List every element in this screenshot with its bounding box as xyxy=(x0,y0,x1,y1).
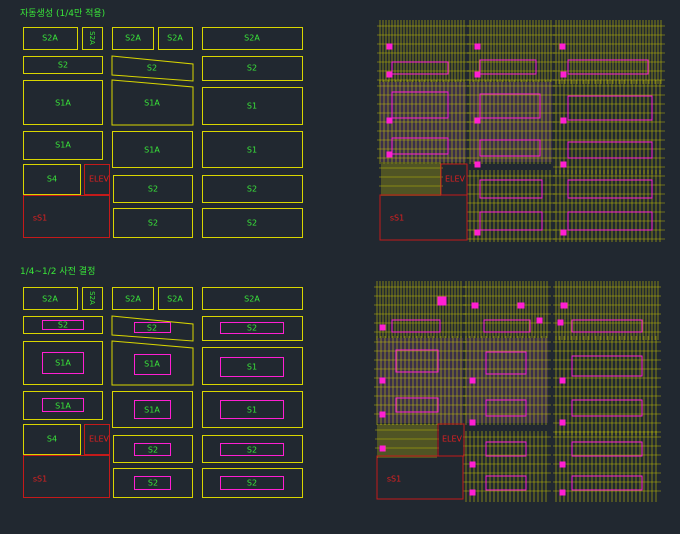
marker xyxy=(559,461,566,468)
marker xyxy=(469,377,476,384)
marker xyxy=(474,117,481,124)
marker xyxy=(386,117,393,124)
room-s2-skewed xyxy=(111,315,194,342)
marker xyxy=(474,161,481,168)
marker xyxy=(469,489,476,496)
marker xyxy=(560,117,567,124)
marker xyxy=(474,71,481,78)
opening-hatched xyxy=(391,61,449,75)
hatch-bottom-right-2 xyxy=(463,281,551,340)
marker xyxy=(386,151,393,158)
marker xyxy=(469,461,476,468)
room-label: sS1 xyxy=(389,213,405,223)
marker xyxy=(560,161,567,168)
marker xyxy=(469,419,476,426)
hatch-bottom-right-s4 xyxy=(375,424,439,458)
opening-hatched xyxy=(567,141,653,159)
room-label: sS1 xyxy=(386,474,402,484)
opening-hatched xyxy=(567,179,653,199)
hatch-bottom-right-6 xyxy=(553,336,661,435)
hatch-top-right-s4 xyxy=(379,162,443,196)
marker xyxy=(471,302,479,309)
marker xyxy=(379,377,386,384)
marker xyxy=(559,489,566,496)
marker xyxy=(559,377,566,384)
room-s1a-skewed xyxy=(111,79,194,126)
opening-hatched xyxy=(571,399,643,417)
marker xyxy=(379,324,386,331)
hatched-plans xyxy=(111,20,665,502)
marker xyxy=(379,411,386,418)
marker xyxy=(560,229,567,236)
opening-hatched xyxy=(479,179,543,199)
room-label: ELEV xyxy=(444,174,466,184)
opening-hatched xyxy=(571,441,643,457)
hatch-top-right-6 xyxy=(553,80,665,174)
room-label: ELEV xyxy=(441,434,463,444)
hatch-top-right-8 xyxy=(553,170,665,242)
marker xyxy=(557,319,564,326)
marker xyxy=(559,419,566,426)
marker xyxy=(559,43,566,50)
marker xyxy=(386,43,393,50)
marker xyxy=(474,229,481,236)
opening-hatched xyxy=(571,475,643,491)
marker xyxy=(386,71,393,78)
opening-hatched xyxy=(567,95,653,121)
marker xyxy=(517,302,525,309)
marker xyxy=(379,445,386,452)
marker xyxy=(560,302,568,309)
hatch-bottom-right-3 xyxy=(553,281,661,340)
room-s2-skewed xyxy=(111,55,194,82)
marker xyxy=(474,43,481,50)
marker xyxy=(560,71,567,78)
room-s1a-skewed xyxy=(111,340,194,386)
hatch-bottom-right-1 xyxy=(374,281,466,340)
opening-hatched xyxy=(571,355,643,377)
marker xyxy=(536,317,543,324)
marker xyxy=(437,296,447,306)
